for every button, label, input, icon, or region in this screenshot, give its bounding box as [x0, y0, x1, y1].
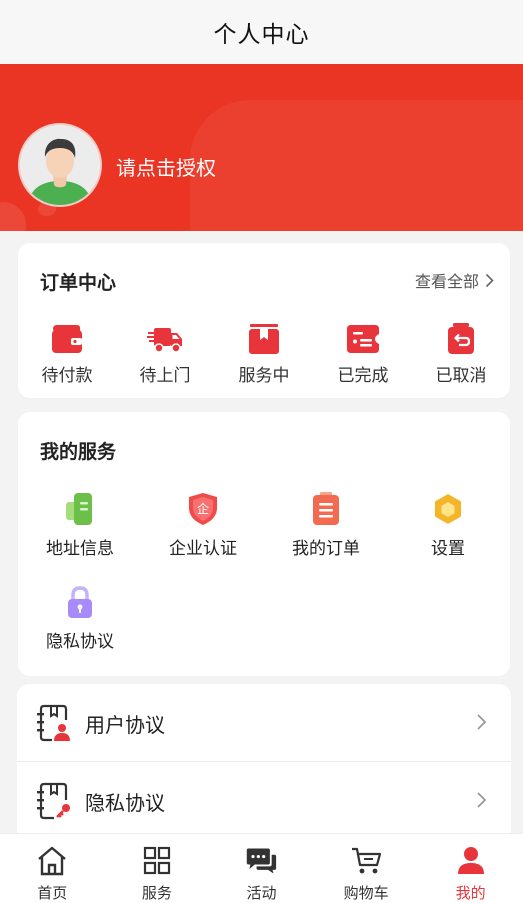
view-all-label: 查看全部 [414, 272, 479, 291]
order-status-label: 待上门 [139, 366, 191, 386]
service-settings[interactable]: 设置 [403, 492, 493, 559]
chevron-right-icon [477, 714, 487, 730]
svg-text:企: 企 [197, 501, 209, 516]
wallet-icon [52, 325, 82, 353]
service-label: 企业认证 [169, 539, 237, 559]
enterprise-shield-icon: 企 [189, 493, 217, 525]
service-label: 隐私协议 [46, 632, 114, 652]
banner-decoration [190, 100, 523, 231]
tab-label: 我的 [455, 884, 486, 902]
cart-icon [352, 847, 382, 874]
tab-label: 购物车 [343, 884, 389, 902]
settings-hexagon-icon [435, 494, 461, 524]
order-cancelled[interactable]: 已取消 [421, 323, 501, 386]
agreements-card: 用户协议 隐私协议 [17, 684, 511, 844]
order-status-label: 待付款 [41, 366, 93, 386]
default-avatar-icon [20, 125, 100, 205]
service-enterprise-cert[interactable]: 企 企业认证 [158, 492, 248, 559]
tab-label: 首页 [37, 884, 68, 902]
view-all-orders-link[interactable]: 查看全部 [415, 268, 494, 292]
ticket-icon [347, 325, 379, 353]
privacy-agreement-row[interactable]: 隐私协议 [17, 762, 511, 840]
tab-home[interactable]: 首页 [0, 834, 105, 903]
profile-banner: 请点击授权 [0, 64, 523, 231]
user-agreement-row[interactable]: 用户协议 [17, 684, 511, 762]
order-status-label: 已完成 [337, 366, 389, 386]
agreement-label: 隐私协议 [85, 791, 165, 815]
user-document-icon [37, 704, 70, 742]
order-pending-payment[interactable]: 待付款 [27, 323, 107, 386]
order-status-label: 服务中 [238, 366, 290, 386]
order-center-title: 订单中心 [40, 272, 117, 294]
agreement-label: 用户协议 [85, 713, 165, 737]
order-status-label: 已取消 [435, 366, 487, 386]
person-icon [457, 847, 484, 874]
service-label: 设置 [431, 539, 465, 559]
order-in-service[interactable]: 服务中 [224, 323, 304, 386]
return-bag-icon [448, 323, 474, 354]
banner-decoration [0, 202, 26, 231]
authorize-prompt[interactable]: 请点击授权 [116, 152, 216, 181]
service-label: 地址信息 [46, 539, 114, 559]
address-book-icon [66, 493, 92, 525]
avatar[interactable] [18, 123, 102, 207]
order-completed[interactable]: 已完成 [323, 323, 403, 386]
order-awaiting-visit[interactable]: 待上门 [125, 323, 205, 386]
tab-activities[interactable]: 活动 [209, 834, 314, 903]
service-label: 我的订单 [292, 539, 360, 559]
chevron-right-icon [485, 273, 494, 287]
lock-icon [68, 586, 92, 618]
tab-services[interactable]: 服务 [105, 834, 210, 903]
chevron-right-icon [477, 792, 487, 808]
home-icon [38, 846, 67, 876]
my-services-title: 我的服务 [40, 441, 117, 463]
order-center-card: 订单中心 查看全部 待付款 待上门 服务中 已完成 已取消 [18, 243, 510, 398]
service-my-orders[interactable]: 我的订单 [281, 492, 371, 559]
nav-bar: 个人中心 [0, 0, 523, 64]
tab-bar: 首页 服务 活动 购物车 我的 [0, 833, 523, 903]
tab-label: 服务 [141, 884, 172, 902]
service-address-info[interactable]: 地址信息 [35, 492, 125, 559]
key-document-icon [37, 782, 70, 820]
grid-icon [143, 846, 170, 875]
box-icon [249, 324, 279, 354]
service-privacy-agreement[interactable]: 隐私协议 [35, 585, 125, 652]
my-services-card: 我的服务 地址信息 企 企业认证 我的订单 设置 隐私协议 [18, 412, 510, 676]
order-list-icon [313, 492, 339, 525]
delivery-truck-icon [147, 328, 182, 353]
tab-cart[interactable]: 购物车 [314, 834, 419, 903]
chat-bubbles-icon [247, 848, 277, 874]
tab-mine[interactable]: 我的 [418, 834, 523, 903]
page-title: 个人中心 [213, 22, 310, 48]
tab-label: 活动 [246, 884, 277, 902]
